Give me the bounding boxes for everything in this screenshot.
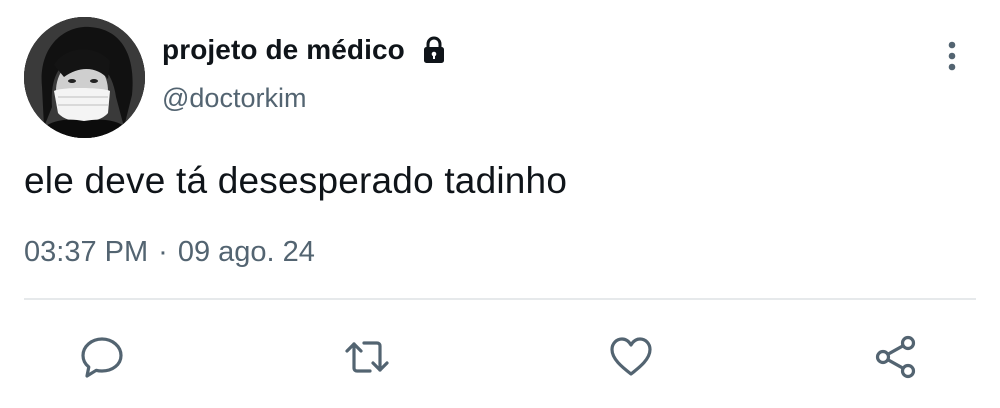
- tweet-timestamp[interactable]: 03:37 PM · 09 ago. 24: [24, 236, 315, 269]
- tweet-date: 09 ago. 24: [177, 236, 315, 268]
- author-name-row: projeto de médico: [162, 30, 449, 70]
- lock-icon: [419, 35, 449, 65]
- retweet-button[interactable]: [344, 334, 390, 380]
- more-options-button[interactable]: [934, 36, 970, 76]
- meta-separator: ·: [158, 236, 168, 268]
- share-button[interactable]: [873, 334, 919, 380]
- tweet-text: ele deve tá desesperado tadinho: [24, 160, 568, 201]
- share-icon: [875, 335, 916, 379]
- author-handle[interactable]: @doctorkim: [162, 83, 306, 114]
- avatar[interactable]: [24, 17, 145, 138]
- reply-button[interactable]: [79, 334, 125, 380]
- heart-icon: [610, 337, 652, 376]
- divider: [24, 298, 976, 300]
- avatar-image: [24, 17, 145, 138]
- display-name[interactable]: projeto de médico: [162, 34, 405, 66]
- like-button[interactable]: [608, 334, 654, 380]
- tweet-time: 03:37 PM: [24, 236, 149, 268]
- retweet-icon: [345, 341, 389, 373]
- more-vertical-icon: [948, 41, 956, 71]
- reply-bubble-icon: [81, 337, 123, 378]
